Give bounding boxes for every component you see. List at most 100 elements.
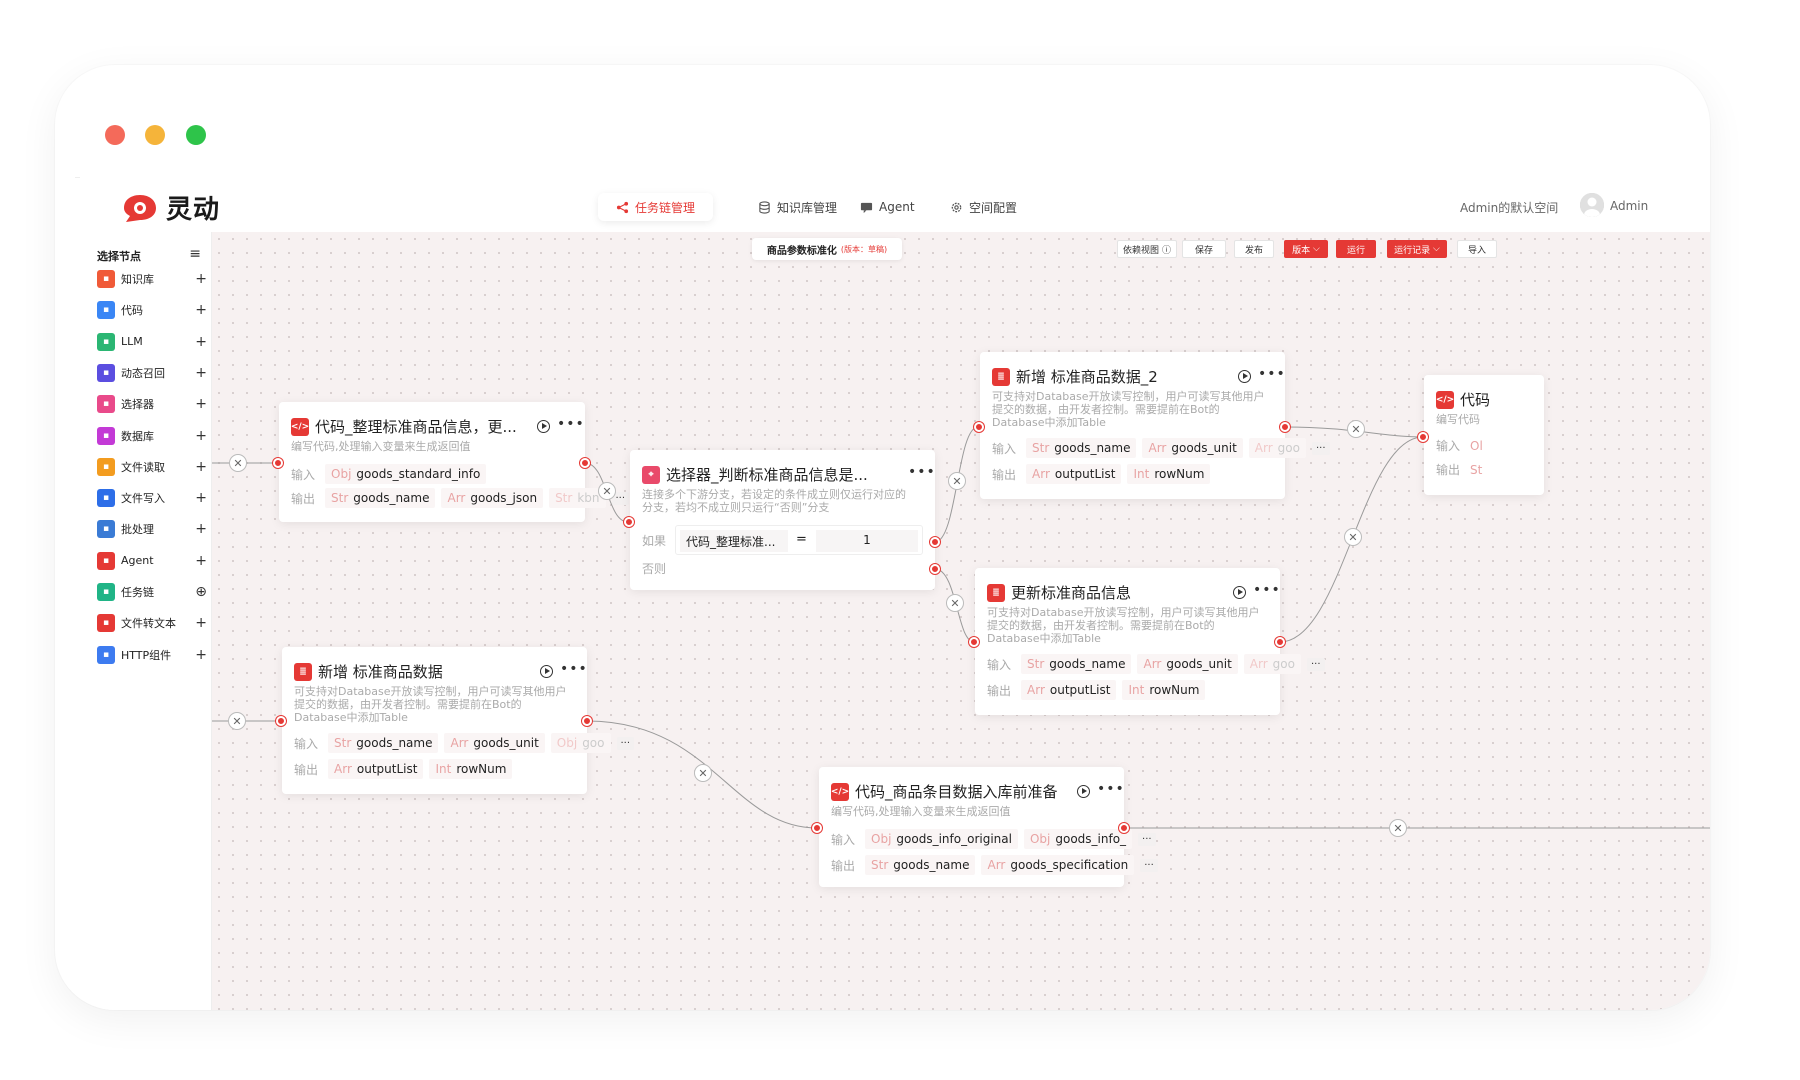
output-port[interactable]: [580, 458, 590, 468]
condition-operator[interactable]: =: [796, 532, 807, 547]
output-port[interactable]: [930, 537, 940, 547]
more-params-icon[interactable]: ···: [1140, 858, 1158, 872]
condition-left[interactable]: 代码_整理标准...: [680, 530, 788, 552]
output-port[interactable]: [930, 564, 940, 574]
node-insert-standard[interactable]: ≣ 新增 标准商品数据 ••• 可支持对Database开放读写控制，用户可读写…: [282, 647, 635, 794]
delete-edge-icon[interactable]: ✕: [1347, 420, 1365, 438]
close-window-icon[interactable]: [105, 125, 125, 145]
run-node-icon[interactable]: [1233, 586, 1246, 599]
condition-right[interactable]: 1: [816, 530, 918, 552]
avatar[interactable]: [1580, 193, 1604, 217]
input-port[interactable]: [276, 716, 286, 726]
sidebar-item[interactable]: ▪ 代码 +: [97, 299, 207, 321]
import-button[interactable]: 导入: [1457, 240, 1497, 258]
tab-task-chain[interactable]: 任务链管理: [598, 193, 714, 221]
add-node-icon[interactable]: +: [195, 490, 207, 506]
run-history-dropdown[interactable]: 运行记录 ⌵: [1387, 240, 1447, 258]
sidebar-item[interactable]: ▪ Agent +: [97, 550, 207, 572]
sidebar-item[interactable]: ▪ HTTP组件 +: [97, 644, 207, 666]
run-node-icon[interactable]: [540, 665, 553, 678]
save-button[interactable]: 保存: [1182, 240, 1226, 258]
dependency-view-button[interactable]: 依赖视图 ⓘ: [1117, 240, 1177, 258]
input-port[interactable]: [969, 637, 979, 647]
add-node-icon[interactable]: +: [195, 521, 207, 537]
add-node-icon[interactable]: +: [195, 365, 207, 381]
delete-edge-icon[interactable]: ✕: [1344, 528, 1362, 546]
sidebar-item[interactable]: ▪ 任务链 ⊕: [97, 581, 207, 603]
sidebar-item[interactable]: ▪ 动态召回 +: [97, 362, 207, 384]
output-port[interactable]: [1280, 422, 1290, 432]
tab-knowledge[interactable]: 知识库管理: [740, 193, 855, 221]
more-icon[interactable]: •••: [1097, 781, 1125, 797]
input-port[interactable]: [974, 422, 984, 432]
maximize-window-icon[interactable]: [186, 125, 206, 145]
delete-edge-icon[interactable]: ✕: [948, 472, 966, 490]
flow-canvas[interactable]: 商品参数标准化 (版本：草稿) 依赖视图 ⓘ 保存 发布 版本 ⌵ 运行 运行记…: [212, 232, 1710, 1010]
add-node-icon[interactable]: +: [195, 553, 207, 569]
run-button[interactable]: 运行: [1336, 240, 1376, 258]
delete-edge-icon[interactable]: ✕: [946, 594, 964, 612]
chat-icon: [860, 202, 873, 213]
sidebar-item[interactable]: ▪ 批处理 +: [97, 518, 207, 540]
output-port[interactable]: [1275, 637, 1285, 647]
delete-edge-icon[interactable]: ✕: [1389, 819, 1407, 837]
publish-button[interactable]: 发布: [1234, 240, 1274, 258]
more-icon[interactable]: •••: [908, 464, 936, 480]
add-node-icon[interactable]: +: [195, 459, 207, 475]
sidebar-item[interactable]: ▪ 文件转文本 +: [97, 612, 207, 634]
tab-space-config[interactable]: 空间配置: [932, 193, 1035, 221]
sidebar-item[interactable]: ▪ 文件读取 +: [97, 456, 207, 478]
sidebar-item[interactable]: ▪ 数据库 +: [97, 425, 207, 447]
sidebar-item[interactable]: ▪ 选择器 +: [97, 393, 207, 415]
more-params-icon[interactable]: ···: [1138, 832, 1156, 846]
sidebar-item[interactable]: ▪ 知识库 +: [97, 268, 207, 290]
more-icon[interactable]: •••: [557, 416, 585, 432]
input-port[interactable]: [1418, 432, 1428, 442]
delete-edge-icon[interactable]: ✕: [598, 482, 616, 500]
add-node-icon[interactable]: +: [195, 271, 207, 287]
node-code-partial[interactable]: </> 代码 编写代码 输入 Ol 输出 St: [1424, 375, 1544, 495]
node-code-prepare[interactable]: </> 代码_商品条目数据入库前准备 ••• 编写代码,处理输入变量来生成返回值…: [819, 767, 1158, 887]
workspace-switcher[interactable]: Admin的默认空间: [1460, 199, 1558, 216]
add-node-icon[interactable]: +: [195, 428, 207, 444]
delete-edge-icon[interactable]: ✕: [694, 764, 712, 782]
add-node-icon[interactable]: +: [195, 302, 207, 318]
add-node-icon[interactable]: +: [195, 647, 207, 663]
add-node-icon[interactable]: +: [195, 615, 207, 631]
sidebar-item[interactable]: ▪ LLM +: [97, 331, 207, 353]
node-code-organize[interactable]: </> 代码_整理标准商品信息，更... ••• 编写代码,处理输入变量来生成返…: [279, 402, 630, 522]
run-node-icon[interactable]: [1077, 785, 1090, 798]
node-selector[interactable]: ⌖ 选择器_判断标准商品信息是... ••• 连接多个下游分支，若设定的条件成立…: [630, 450, 935, 590]
param-type: Obj: [556, 736, 578, 750]
delete-edge-icon[interactable]: ✕: [228, 712, 246, 730]
more-icon[interactable]: •••: [1253, 582, 1281, 598]
input-port[interactable]: [624, 517, 634, 527]
output-port[interactable]: [582, 716, 592, 726]
more-icon[interactable]: •••: [560, 661, 588, 677]
add-node-icon[interactable]: +: [195, 334, 207, 350]
node-insert-standard-2[interactable]: ≣ 新增 标准商品数据_2 ••• 可支持对Database开放读写控制，用户可…: [980, 352, 1330, 499]
condition-box[interactable]: 代码_整理标准... = 1: [675, 525, 923, 555]
input-port[interactable]: [273, 458, 283, 468]
more-icon[interactable]: •••: [1258, 366, 1286, 382]
delete-edge-icon[interactable]: ✕: [229, 454, 247, 472]
run-node-icon[interactable]: [1238, 370, 1251, 383]
output-port[interactable]: [1119, 823, 1129, 833]
flow-title[interactable]: 商品参数标准化 (版本：草稿): [752, 238, 902, 260]
minimize-window-icon[interactable]: [145, 125, 165, 145]
more-params-icon[interactable]: ···: [1306, 657, 1325, 671]
more-params-icon[interactable]: ···: [1311, 441, 1330, 455]
input-port[interactable]: [812, 823, 822, 833]
sidebar-item-label: Agent: [121, 554, 154, 568]
sidebar-item[interactable]: ▪ 文件写入 +: [97, 487, 207, 509]
run-node-icon[interactable]: [537, 420, 550, 433]
version-dropdown[interactable]: 版本 ⌵: [1284, 240, 1328, 258]
node-header: </> 代码_商品条目数据入库前准备: [831, 781, 1058, 802]
add-node-icon[interactable]: +: [195, 396, 207, 412]
user-name[interactable]: Admin: [1610, 199, 1648, 213]
tab-agent[interactable]: Agent: [842, 193, 933, 221]
more-params-icon[interactable]: ···: [616, 736, 635, 750]
menu-icon[interactable]: ≡: [189, 246, 201, 262]
add-node-icon[interactable]: ⊕: [195, 584, 207, 600]
node-update-standard[interactable]: ≣ 更新标准商品信息 ••• 可支持对Database开放读写控制，用户可读写其…: [975, 568, 1325, 715]
